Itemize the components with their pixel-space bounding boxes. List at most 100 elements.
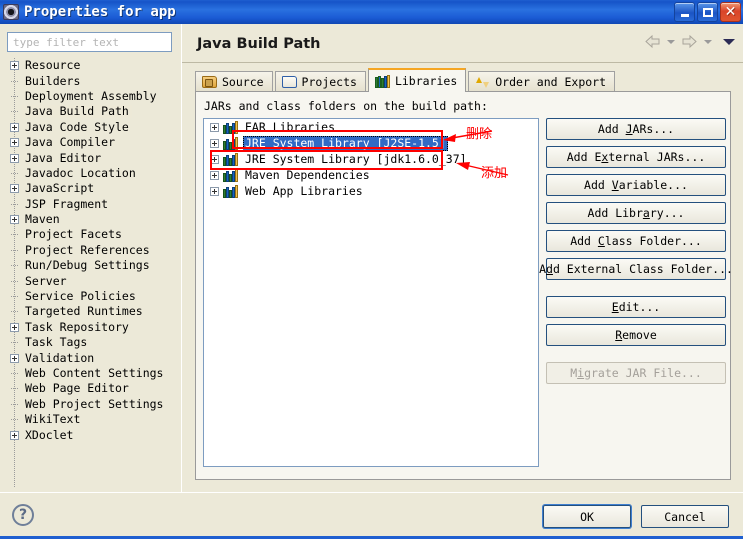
minimize-button[interactable] — [674, 2, 695, 22]
sidebar-item-java-code-style[interactable]: Java Code Style — [0, 120, 181, 135]
sidebar-item-java-build-path[interactable]: Java Build Path — [0, 104, 181, 119]
sidebar-item-wikitext[interactable]: WikiText — [0, 412, 181, 427]
settings-tree: Resource Builders Deployment Assembly Java … — [0, 58, 181, 488]
tab-order-and-export[interactable]: Order and Export — [468, 71, 616, 92]
sidebar-item-maven[interactable]: Maven — [0, 212, 181, 227]
sidebar-item-run-debug-settings[interactable]: Run/Debug Settings — [0, 258, 181, 273]
expand-plus-icon[interactable] — [10, 215, 19, 225]
expand-plus-icon[interactable] — [10, 138, 19, 148]
sidebar-item-label: Maven — [25, 212, 60, 227]
button-label: Remove — [615, 328, 657, 342]
view-menu-chevron-icon[interactable] — [723, 38, 735, 45]
sidebar-item-targeted-runtimes[interactable]: Targeted Runtimes — [0, 304, 181, 319]
sidebar-item-label: Deployment Assembly — [25, 88, 157, 103]
expand-plus-icon[interactable] — [10, 322, 19, 332]
sidebar-item-label: Task Tags — [25, 335, 88, 350]
sidebar-item-web-project-settings[interactable]: Web Project Settings — [0, 397, 181, 412]
tree-branch-icon — [10, 369, 19, 378]
expand-plus-icon[interactable] — [210, 170, 219, 180]
forward-arrow-icon[interactable] — [681, 34, 698, 49]
sidebar-item-label: Java Build Path — [22, 105, 132, 119]
projects-folder-icon — [281, 75, 298, 89]
panel-label: JARs and class folders on the build path… — [204, 99, 488, 113]
sidebar-item-label: Java Editor — [25, 150, 102, 165]
add-class-folder-button[interactable]: Add Class Folder... — [546, 230, 726, 252]
tab-libraries[interactable]: Libraries — [367, 68, 467, 92]
sidebar-item-xdoclet[interactable]: XDoclet — [0, 427, 181, 442]
add-external-class-folder-button[interactable]: Add External Class Folder... — [539, 258, 733, 280]
annotation-label-delete: 删除 — [466, 127, 493, 142]
sidebar-item-javadoc-location[interactable]: Javadoc Location — [0, 166, 181, 181]
sidebar-item-web-page-editor[interactable]: Web Page Editor — [0, 381, 181, 396]
library-label: JRE System Library [J2SE-1.5] — [243, 135, 448, 151]
sidebar-item-task-repository[interactable]: Task Repository — [0, 320, 181, 335]
back-dropdown-icon[interactable] — [667, 39, 675, 44]
sidebar-item-service-policies[interactable]: Service Policies — [0, 289, 181, 304]
tab-label: Source — [222, 75, 264, 89]
library-label: Web App Libraries — [245, 183, 363, 198]
expand-plus-icon[interactable] — [10, 353, 19, 363]
expand-plus-icon[interactable] — [10, 122, 19, 132]
edit-button[interactable]: Edit... — [546, 296, 726, 318]
button-label: Add Variable... — [584, 178, 688, 192]
help-question-icon[interactable]: ? — [12, 504, 34, 526]
sidebar-item-label: Web Page Editor — [25, 381, 129, 396]
expand-plus-icon[interactable] — [10, 430, 19, 440]
sidebar-item-label: Service Policies — [25, 289, 136, 304]
sidebar-item-web-content-settings[interactable]: Web Content Settings — [0, 366, 181, 381]
window-titlebar: Properties for app ✕ — [0, 0, 743, 25]
sidebar-item-jsp-fragment[interactable]: JSP Fragment — [0, 197, 181, 212]
sidebar-item-label: WikiText — [25, 412, 81, 427]
tree-branch-icon — [10, 338, 19, 347]
sidebar-item-server[interactable]: Server — [0, 273, 181, 288]
filter-input[interactable]: type filter text — [7, 32, 172, 52]
expand-plus-icon[interactable] — [10, 61, 19, 71]
tree-branch-icon — [10, 415, 19, 424]
expand-plus-icon[interactable] — [210, 122, 219, 132]
tree-branch-icon — [10, 307, 19, 316]
library-books-icon — [223, 120, 239, 134]
add-jars-button[interactable]: Add JARs... — [546, 118, 726, 140]
add-variable-button[interactable]: Add Variable... — [546, 174, 726, 196]
expand-plus-icon[interactable] — [10, 184, 19, 194]
sidebar-item-label: Validation — [25, 350, 95, 365]
sidebar-item-javascript[interactable]: JavaScript — [0, 181, 181, 196]
expand-plus-icon[interactable] — [210, 154, 219, 164]
sidebar-item-resource[interactable]: Resource — [0, 58, 181, 73]
library-row[interactable]: Web App Libraries — [204, 183, 538, 199]
sidebar-item-java-compiler[interactable]: Java Compiler — [0, 135, 181, 150]
order-export-arrows-icon — [475, 75, 491, 89]
sidebar-item-label: Run/Debug Settings — [25, 258, 150, 273]
forward-dropdown-icon[interactable] — [704, 39, 712, 44]
sidebar-item-builders[interactable]: Builders — [0, 73, 181, 88]
sidebar-item-project-references[interactable]: Project References — [0, 243, 181, 258]
back-arrow-icon[interactable] — [644, 34, 661, 49]
settings-sidebar: type filter text Resource Builders Deploym… — [0, 24, 181, 492]
maximize-button[interactable] — [697, 2, 718, 22]
button-label: Add Class Folder... — [570, 234, 702, 248]
expand-plus-icon[interactable] — [210, 138, 219, 148]
sidebar-item-validation[interactable]: Validation — [0, 350, 181, 365]
tab-label: Projects — [301, 75, 357, 89]
sidebar-item-deployment-assembly[interactable]: Deployment Assembly — [0, 89, 181, 104]
tree-branch-icon — [10, 261, 19, 270]
add-external-jars-button[interactable]: Add External JARs... — [546, 146, 726, 168]
remove-button[interactable]: Remove — [546, 324, 726, 346]
tab-label: Libraries — [394, 74, 458, 88]
button-label: Add External JARs... — [566, 150, 706, 164]
add-library-button[interactable]: Add Library... — [546, 202, 726, 224]
close-button[interactable]: ✕ — [720, 2, 741, 22]
expand-plus-icon[interactable] — [210, 186, 219, 196]
cancel-button[interactable]: Cancel — [641, 505, 729, 528]
ok-button[interactable]: OK — [543, 505, 631, 528]
sidebar-item-java-editor[interactable]: Java Editor — [0, 150, 181, 165]
tree-branch-icon — [10, 292, 19, 301]
sidebar-item-project-facets[interactable]: Project Facets — [0, 227, 181, 242]
sidebar-item-task-tags[interactable]: Task Tags — [0, 335, 181, 350]
tab-source[interactable]: Source — [195, 71, 273, 92]
libraries-tab-panel: JARs and class folders on the build path… — [195, 91, 733, 480]
tab-projects[interactable]: Projects — [274, 71, 366, 92]
expand-plus-icon[interactable] — [10, 153, 19, 163]
dialog-footer: ? OK Cancel — [0, 492, 743, 539]
migrate-jar-file-button: Migrate JAR File... — [546, 362, 726, 384]
